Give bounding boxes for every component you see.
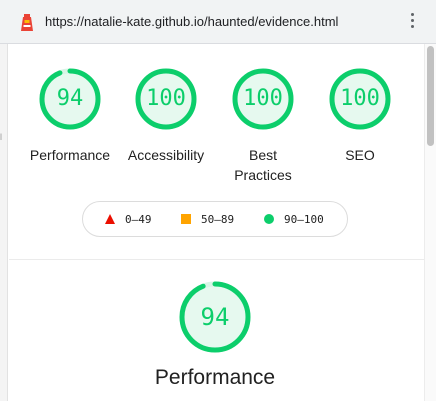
gauge-label-line: Best xyxy=(248,147,277,163)
gauge-seo[interactable]: 100 SEO xyxy=(312,67,408,165)
score-legend: 0–49 50–89 90–100 xyxy=(82,201,348,237)
performance-section-title: Performance xyxy=(154,366,276,389)
panel-edge-marker: l xyxy=(0,132,2,142)
legend-pass: 90–100 xyxy=(264,213,324,226)
gauge-accessibility[interactable]: 100 Accessibility xyxy=(118,67,214,165)
gauge-score: 94 xyxy=(56,86,84,111)
legend-fail-range: 0–49 xyxy=(125,213,152,226)
gauge-performance[interactable]: 94 Performance xyxy=(22,67,118,165)
legend-average: 50–89 xyxy=(181,213,234,226)
legend-pass-range: 90–100 xyxy=(284,213,324,226)
gauge-score: 100 xyxy=(146,86,186,111)
gauge-label: SEO xyxy=(345,147,375,163)
scrollbar[interactable] xyxy=(424,44,436,401)
section-divider xyxy=(9,259,424,260)
left-panel-edge: l xyxy=(0,44,8,401)
scrollbar-thumb[interactable] xyxy=(427,46,434,146)
square-icon xyxy=(181,214,191,224)
gauge-score: 100 xyxy=(243,86,283,111)
legend-fail: 0–49 xyxy=(105,213,152,226)
browser-url-bar: https://natalie-kate.github.io/haunted/e… xyxy=(0,0,436,44)
address-bar-url[interactable]: https://natalie-kate.github.io/haunted/e… xyxy=(45,14,338,29)
gauge-label: Performance xyxy=(29,147,111,163)
triangle-icon xyxy=(105,214,115,224)
gauge-label-line: Practices xyxy=(234,167,292,183)
lighthouse-icon xyxy=(21,14,33,31)
legend-average-range: 50–89 xyxy=(201,213,235,226)
kebab-menu-icon[interactable] xyxy=(408,13,416,31)
circle-icon xyxy=(264,214,274,224)
performance-score: 94 xyxy=(200,303,230,331)
gauge-label: Accessibility xyxy=(127,147,205,163)
gauge-label: Best Practices xyxy=(215,145,311,185)
gauge-best-practices[interactable]: 100 Best Practices xyxy=(215,67,311,185)
gauge-score: 100 xyxy=(340,86,380,111)
